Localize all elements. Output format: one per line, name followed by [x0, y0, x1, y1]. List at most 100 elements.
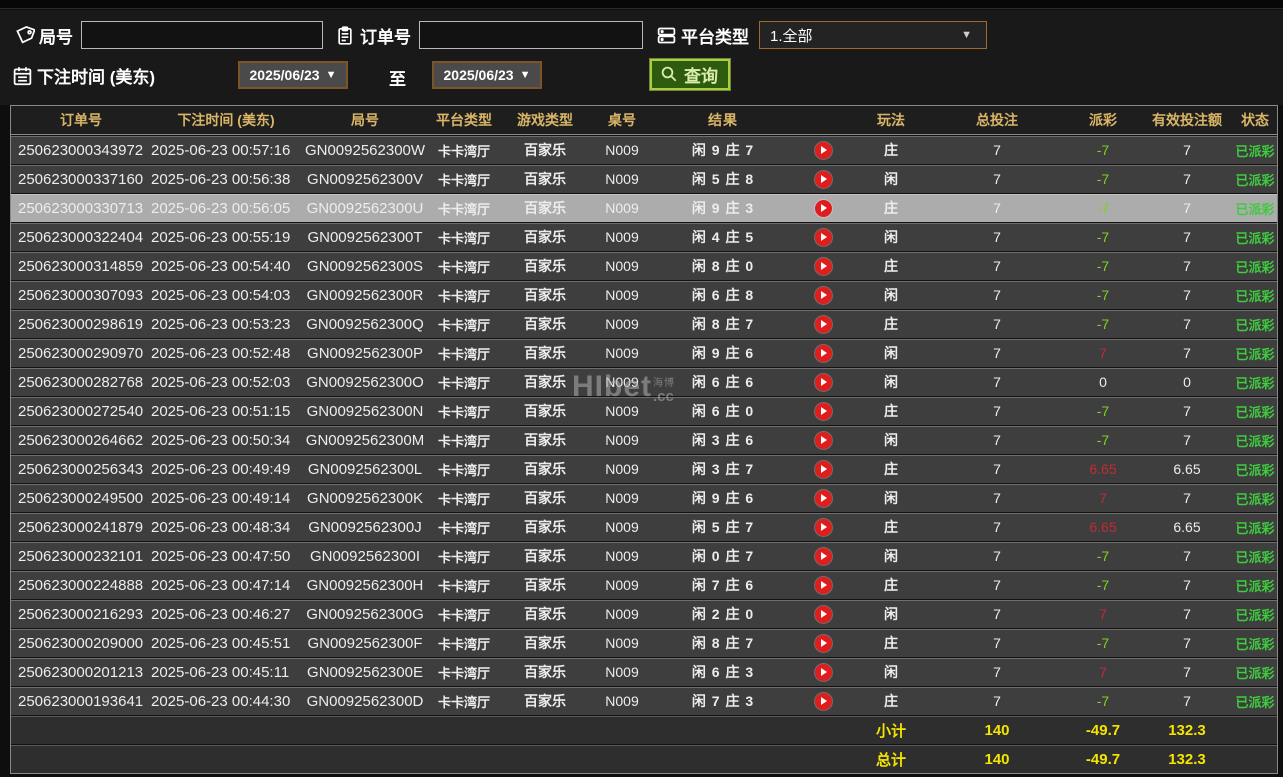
cell-game_type: 百家乐: [524, 258, 566, 274]
replay-play-icon[interactable]: [793, 629, 853, 657]
table-row[interactable]: 250623000307093 2025-06-23 00:54:03 GN0092…: [11, 280, 1277, 309]
header-order-no: 订单号: [60, 112, 102, 128]
cell-table_no: N009: [605, 142, 639, 158]
table-row[interactable]: 250623000272540 2025-06-23 00:51:15 GN0092…: [11, 396, 1277, 425]
subtotal-label: 小计: [875, 722, 906, 740]
platform-select[interactable]: 1.全部 ▼: [759, 21, 987, 49]
table-row[interactable]: 250623000224888 2025-06-23 00:47:14 GN0092…: [11, 570, 1277, 599]
replay-play-icon[interactable]: [793, 281, 853, 309]
replay-play-icon[interactable]: [793, 223, 853, 251]
cell-table_no: N009: [605, 490, 639, 506]
cell-status: 已派彩: [1235, 404, 1275, 420]
cell-status: 已派彩: [1235, 578, 1275, 594]
cell-side: 庄: [884, 519, 898, 535]
cell-side: 庄: [884, 403, 898, 419]
table-row[interactable]: 250623000241879 2025-06-23 00:48:34 GN0092…: [11, 512, 1277, 541]
cell-table_no: N009: [605, 432, 639, 448]
cell-table_no: N009: [605, 200, 639, 216]
cell-result: 闲 6 庄 8: [691, 287, 755, 303]
cell-game_no: GN0092562300J: [308, 518, 422, 536]
replay-play-icon[interactable]: [793, 687, 853, 715]
query-button[interactable]: 查询: [650, 58, 730, 90]
cell-game_no: GN0092562300U: [306, 199, 424, 217]
cell-valid_bet: 7: [1183, 142, 1191, 158]
table-row-selected[interactable]: 250623000330713 2025-06-23 00:56:05 GN0092…: [11, 193, 1277, 222]
replay-play-icon[interactable]: [793, 194, 853, 222]
cell-result: 闲 4 庄 5: [691, 229, 755, 245]
date-from-select[interactable]: 2025/06/23 ▼: [238, 61, 348, 89]
order-no-filter: 订单号: [334, 20, 643, 50]
top-strip: [0, 0, 1283, 9]
cell-platform: 卡卡湾厅: [437, 375, 490, 391]
cell-platform: 卡卡湾厅: [437, 288, 490, 304]
table-row[interactable]: 250623000298619 2025-06-23 00:53:23 GN0092…: [11, 309, 1277, 338]
replay-play-icon[interactable]: [793, 397, 853, 425]
replay-play-icon[interactable]: [793, 368, 853, 396]
cell-order: 250623000298619: [18, 315, 144, 333]
grand-total-total-bet: 140: [984, 750, 1010, 768]
cell-time: 2025-06-23 00:56:38: [151, 170, 291, 188]
replay-play-icon[interactable]: [793, 542, 853, 570]
table-row[interactable]: 250623000343972 2025-06-23 00:57:16 GN0092…: [11, 135, 1277, 164]
calendar-icon: [11, 64, 33, 86]
cell-platform: 卡卡湾厅: [437, 462, 490, 478]
table-row[interactable]: 250623000290970 2025-06-23 00:52:48 GN0092…: [11, 338, 1277, 367]
table-row[interactable]: 250623000337160 2025-06-23 00:56:38 GN0092…: [11, 164, 1277, 193]
table-row[interactable]: 250623000256343 2025-06-23 00:49:49 GN0092…: [11, 454, 1277, 483]
game-no-label: 局号: [39, 27, 73, 47]
cell-game_type: 百家乐: [524, 490, 566, 506]
replay-play-icon[interactable]: [793, 658, 853, 686]
table-row[interactable]: 250623000264662 2025-06-23 00:50:34 GN0092…: [11, 425, 1277, 454]
cell-platform: 卡卡湾厅: [437, 549, 490, 565]
subtotal-payout: -49.7: [1085, 721, 1121, 739]
replay-play-icon[interactable]: [793, 339, 853, 367]
replay-play-icon[interactable]: [793, 484, 853, 512]
table-row[interactable]: 250623000209000 2025-06-23 00:45:51 GN0092…: [11, 628, 1277, 657]
replay-play-icon[interactable]: [793, 455, 853, 483]
cell-table_no: N009: [605, 664, 639, 680]
server-icon: [655, 24, 677, 46]
platform-filter: 平台类型 1.全部 ▼: [655, 20, 987, 50]
cell-order: 250623000337160: [18, 170, 144, 188]
date-to-select[interactable]: 2025/06/23 ▼: [432, 61, 542, 89]
cell-platform: 卡卡湾厅: [437, 404, 490, 420]
cell-order: 250623000209000: [18, 634, 144, 652]
replay-play-icon[interactable]: [793, 426, 853, 454]
replay-play-icon[interactable]: [793, 165, 853, 193]
cell-payout: 6.65: [1089, 461, 1117, 477]
table-row[interactable]: 250623000282768 2025-06-23 00:52:03 GN0092…: [11, 367, 1277, 396]
replay-play-icon[interactable]: [793, 136, 853, 164]
table-row[interactable]: 250623000201213 2025-06-23 00:45:11 GN0092…: [11, 657, 1277, 686]
table-row[interactable]: 250623000322404 2025-06-23 00:55:19 GN0092…: [11, 222, 1277, 251]
cell-table_no: N009: [605, 693, 639, 709]
cell-order: 250623000330713: [18, 199, 144, 217]
replay-play-icon[interactable]: [793, 252, 853, 280]
game-no-input[interactable]: [81, 21, 323, 49]
cell-game_type: 百家乐: [524, 374, 566, 390]
order-no-input[interactable]: [419, 21, 643, 49]
cell-valid_bet: 7: [1183, 171, 1191, 187]
cell-table_no: N009: [605, 374, 639, 390]
cell-total_bet: 7: [993, 490, 1001, 506]
replay-play-icon[interactable]: [793, 571, 853, 599]
cell-order: 250623000282768: [18, 373, 144, 391]
cell-status: 已派彩: [1235, 694, 1275, 710]
table-row[interactable]: 250623000193641 2025-06-23 00:44:30 GN0092…: [11, 686, 1277, 715]
replay-play-icon[interactable]: [793, 513, 853, 541]
table-row[interactable]: 250623000249500 2025-06-23 00:49:14 GN0092…: [11, 483, 1277, 512]
cell-game_type: 百家乐: [524, 432, 566, 448]
cell-side: 闲: [884, 345, 898, 361]
replay-play-icon[interactable]: [793, 600, 853, 628]
cell-time: 2025-06-23 00:50:34: [151, 431, 291, 449]
cell-platform: 卡卡湾厅: [437, 491, 490, 507]
table-row[interactable]: 250623000314859 2025-06-23 00:54:40 GN0092…: [11, 251, 1277, 280]
cell-table_no: N009: [605, 229, 639, 245]
cell-result: 闲 9 庄 3: [691, 200, 755, 216]
replay-play-icon[interactable]: [793, 310, 853, 338]
cell-side: 庄: [884, 258, 898, 274]
table-row[interactable]: 250623000216293 2025-06-23 00:46:27 GN0092…: [11, 599, 1277, 628]
cell-side: 闲: [884, 171, 898, 187]
cell-total_bet: 7: [993, 345, 1001, 361]
table-row[interactable]: 250623000232101 2025-06-23 00:47:50 GN0092…: [11, 541, 1277, 570]
cell-table_no: N009: [605, 403, 639, 419]
